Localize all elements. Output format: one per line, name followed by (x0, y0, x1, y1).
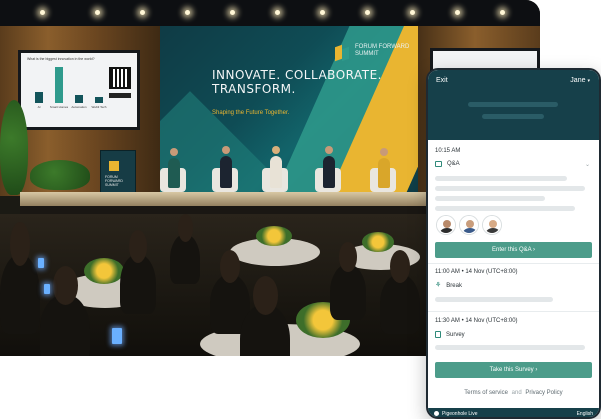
panel-speaker (168, 158, 180, 188)
session-time: 11:00 AM • 14 Nov (UTC+8:00) (435, 269, 518, 275)
hero-image-composition: FORUM FORWARD SUMMIT INNOVATE. COLLABORA… (0, 0, 601, 419)
session-desc-placeholder (435, 186, 585, 191)
user-name: Jane (570, 77, 586, 84)
poll-bar-label: Web3 Tech (91, 105, 107, 109)
stage-spotlight (185, 10, 190, 15)
speaker-head (325, 146, 333, 154)
event-title-placeholder (468, 102, 558, 107)
session-type: Q&A (435, 161, 460, 167)
audience-member (240, 276, 290, 356)
audience-member (330, 241, 366, 320)
poll-bar-label: AI (37, 105, 41, 109)
panel-speaker (378, 158, 390, 188)
leaf-icon: ⚘ (435, 282, 442, 289)
session-type: ⚘ Break (435, 282, 462, 289)
app-bottom-bar: Pigeonhole Live English (428, 408, 599, 417)
event-subtitle-placeholder (482, 114, 544, 119)
mobile-app-mockup: Exit Jane ▾ 10:15 AM Q&A ⌄ Enter this Q&A… (426, 68, 601, 419)
stage-spotlight (230, 10, 235, 15)
avatar (483, 216, 501, 234)
divider (428, 311, 599, 312)
session-type-label: Break (446, 282, 462, 289)
stage-plant (30, 160, 90, 190)
summit-logo-text: FORUM FORWARD SUMMIT (355, 44, 410, 57)
session-title-placeholder (435, 176, 567, 181)
stage-spotlight (40, 10, 45, 15)
session-desc-placeholder (435, 196, 545, 201)
speaker-head (272, 146, 280, 154)
speaker-head (380, 148, 388, 156)
podium-logo-text: FORUM FORWARD SUMMIT (105, 175, 123, 187)
app-header: Exit Jane ▾ (428, 70, 599, 140)
speaker-head (222, 146, 230, 154)
audience-phone-icon (38, 258, 44, 268)
stage-spotlight (140, 10, 145, 15)
user-menu[interactable]: Jane ▾ (570, 77, 590, 84)
poll-results-screen: What is the biggest innovation in the wo… (18, 50, 140, 130)
session-desc-placeholder (435, 206, 575, 211)
stage-spotlight (365, 10, 370, 15)
stage-spotlight (500, 10, 505, 15)
privacy-link[interactable]: Privacy Policy (525, 390, 562, 396)
poll-question: What is the biggest innovation in the wo… (27, 57, 95, 61)
poll-bar-label: Automation (71, 105, 87, 109)
stage-spotlight (455, 10, 460, 15)
footer-links: Terms of service and Privacy Policy (428, 390, 599, 396)
session-type: Survey (435, 331, 465, 338)
avatar (460, 216, 478, 234)
poll-bar (35, 92, 43, 103)
panel-speaker (220, 156, 232, 188)
audience-member (120, 230, 156, 314)
poll-bar-label: Smart Homes (49, 105, 69, 109)
terms-link[interactable]: Terms of service (464, 390, 508, 396)
take-survey-button[interactable]: Take this Survey › (435, 362, 592, 378)
audience-member (40, 266, 90, 356)
session-type-label: Survey (446, 331, 465, 338)
poll-bar (75, 95, 83, 103)
enter-qa-button[interactable]: Enter this Q&A › (435, 242, 592, 258)
speaker-head (170, 148, 178, 156)
audience-member (170, 214, 200, 284)
session-time: 10:15 AM (435, 148, 461, 154)
stage-spotlight (275, 10, 280, 15)
brand: Pigeonhole Live (434, 411, 478, 417)
stage-spotlight (320, 10, 325, 15)
backdrop-tagline: Shaping the Future Together. (212, 110, 290, 116)
chevron-down-icon: ▾ (587, 78, 590, 84)
qr-code-icon (109, 67, 131, 89)
session-desc-placeholder (435, 345, 585, 350)
session-time: 11:30 AM • 14 Nov (UTC+8:00) (435, 318, 518, 324)
session-type-label: Q&A (447, 161, 460, 167)
language-selector[interactable]: English (577, 411, 593, 417)
session-title-placeholder (435, 297, 553, 302)
pigeonhole-logo-icon (434, 411, 439, 416)
avatar (437, 216, 455, 234)
brand-label: Pigeonhole Live (442, 410, 478, 417)
stage-spotlight (410, 10, 415, 15)
backdrop-headline: INNOVATE. COLLABORATE. TRANSFORM. (212, 68, 382, 96)
stage-plant (0, 100, 28, 195)
audience-member (380, 250, 420, 334)
chevron-down-icon[interactable]: ⌄ (585, 161, 590, 168)
speaker-avatars (437, 216, 501, 234)
audience-phone-icon (44, 284, 50, 294)
footer-and: and (511, 390, 522, 396)
panel-speaker (323, 156, 335, 188)
poll-bar (95, 96, 103, 103)
flower-centerpiece (362, 232, 394, 252)
screen-code-badge (109, 93, 131, 98)
stage-spotlight (95, 10, 100, 15)
exit-button[interactable]: Exit (436, 77, 448, 84)
flower-centerpiece (256, 226, 292, 246)
qa-icon (435, 161, 442, 167)
survey-icon (435, 331, 441, 338)
audience-member (0, 222, 40, 334)
poll-bar (55, 67, 63, 103)
summit-logo-icon (335, 44, 349, 62)
divider (428, 263, 599, 264)
flower-centerpiece (84, 258, 124, 284)
panel-speaker (270, 156, 282, 188)
audience-phone-icon (112, 328, 122, 344)
